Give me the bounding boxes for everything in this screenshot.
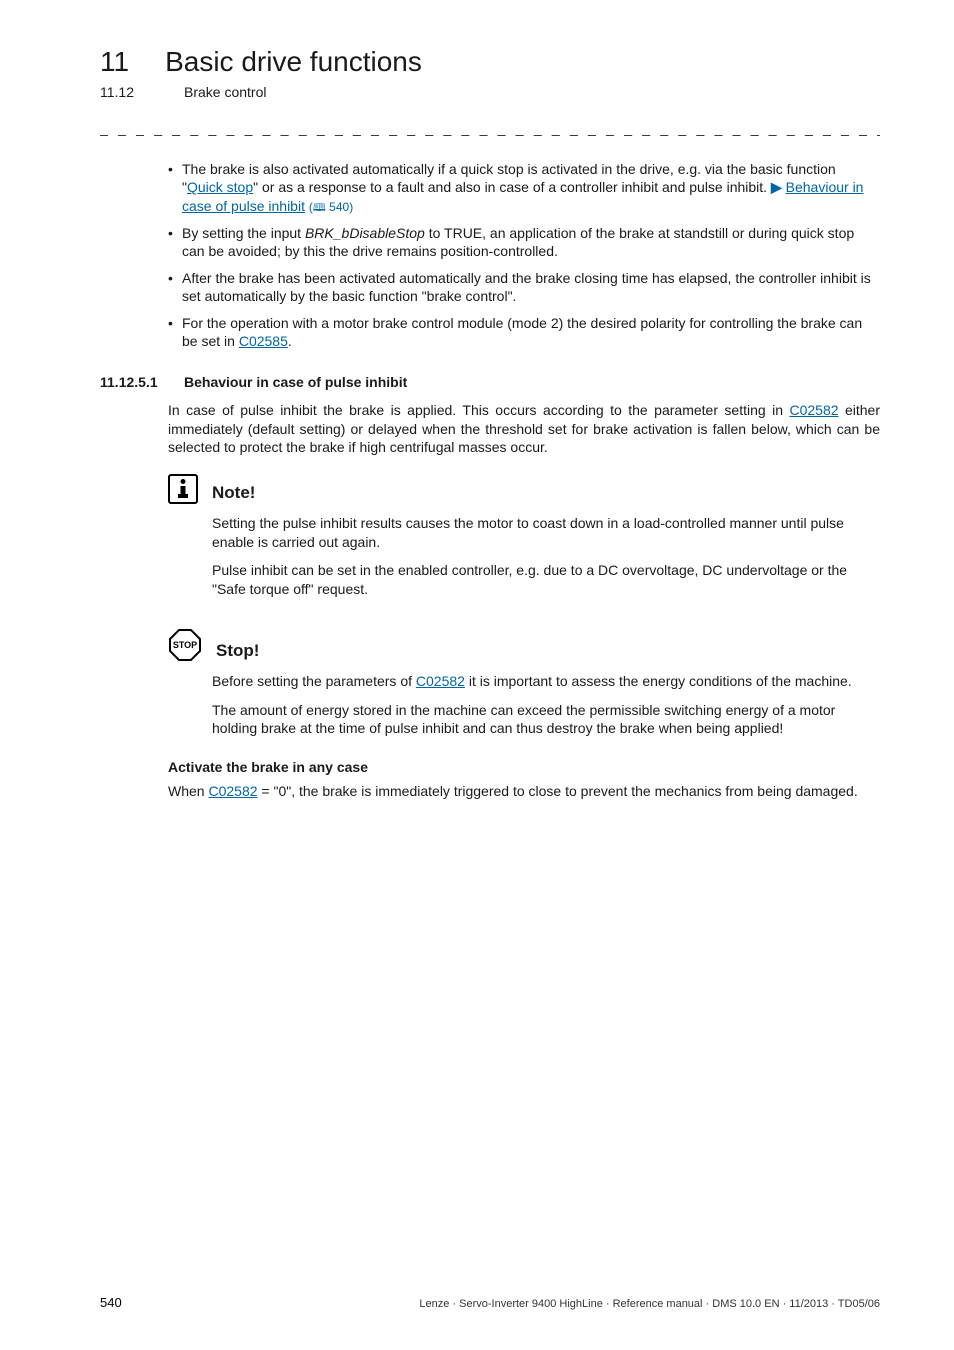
chapter-header: 11 Basic drive functions [100,46,880,78]
page-reference: (🕮 540) [309,200,353,214]
stop-paragraph: The amount of energy stored in the machi… [212,701,880,738]
stop-icon: STOP [168,628,202,662]
subsection-title: Behaviour in case of pulse inhibit [184,373,407,391]
subsection-paragraph: In case of pulse inhibit the brake is ap… [168,401,880,456]
note-paragraph: Pulse inhibit can be set in the enabled … [212,561,880,598]
svg-text:STOP: STOP [173,640,197,650]
bullet-text: " or as a response to a fault and also i… [253,179,771,195]
page-ref-number: 540) [326,200,353,214]
bullet-item: For the operation with a motor brake con… [168,314,880,351]
link-c02582[interactable]: C02582 [416,673,465,689]
link-c02582[interactable]: C02582 [208,783,257,799]
subsection-header: 11.12.5.1 Behaviour in case of pulse inh… [100,373,880,391]
page-number: 540 [100,1295,122,1310]
note-title: Note! [212,482,255,504]
bullet-item: After the brake has been activated autom… [168,269,880,306]
para-text: When [168,783,208,799]
para-text: it is important to assess the energy con… [465,673,852,689]
activate-paragraph: When C02582 = "0", the brake is immediat… [168,782,880,800]
stop-callout: STOP Stop! Before setting the parameters… [168,628,880,737]
bullet-text: . [288,333,292,349]
note-paragraph: Setting the pulse inhibit results causes… [212,514,880,551]
link-c02585[interactable]: C02585 [239,333,288,349]
section-number: 11.12 [100,84,134,100]
code-parameter: BRK_bDisableStop [305,225,425,241]
bullet-item: The brake is also activated automaticall… [168,160,880,216]
stop-title: Stop! [216,640,259,662]
page-footer: 540 Lenze · Servo-Inverter 9400 HighLine… [100,1295,880,1310]
para-text: In case of pulse inhibit the brake is ap… [168,402,789,418]
link-c02582[interactable]: C02582 [789,402,838,418]
bullet-text: After the brake has been activated autom… [182,270,871,304]
link-quick-stop[interactable]: Quick stop [187,179,253,195]
para-text: Before setting the parameters of [212,673,416,689]
para-text: = "0", the brake is immediately triggere… [258,783,858,799]
section-header: 11.12 Brake control [100,84,880,100]
stop-paragraph: Before setting the parameters of C02582 … [212,672,880,690]
bullet-text: By setting the input [182,225,305,241]
chapter-title: Basic drive functions [165,46,422,78]
subsection-number: 11.12.5.1 [100,373,168,391]
section-title: Brake control [184,84,266,100]
bullet-item: By setting the input BRK_bDisableStop to… [168,224,880,261]
info-icon [168,474,198,504]
chapter-number: 11 [100,46,129,78]
activate-heading: Activate the brake in any case [168,758,880,776]
arrow-icon: ▶ [771,179,782,195]
footer-right-text: Lenze · Servo-Inverter 9400 HighLine · R… [419,1298,880,1310]
divider-dashes: _ _ _ _ _ _ _ _ _ _ _ _ _ _ _ _ _ _ _ _ … [100,120,880,136]
book-icon: 🕮 [313,201,326,216]
note-callout: Note! Setting the pulse inhibit results … [168,474,880,598]
